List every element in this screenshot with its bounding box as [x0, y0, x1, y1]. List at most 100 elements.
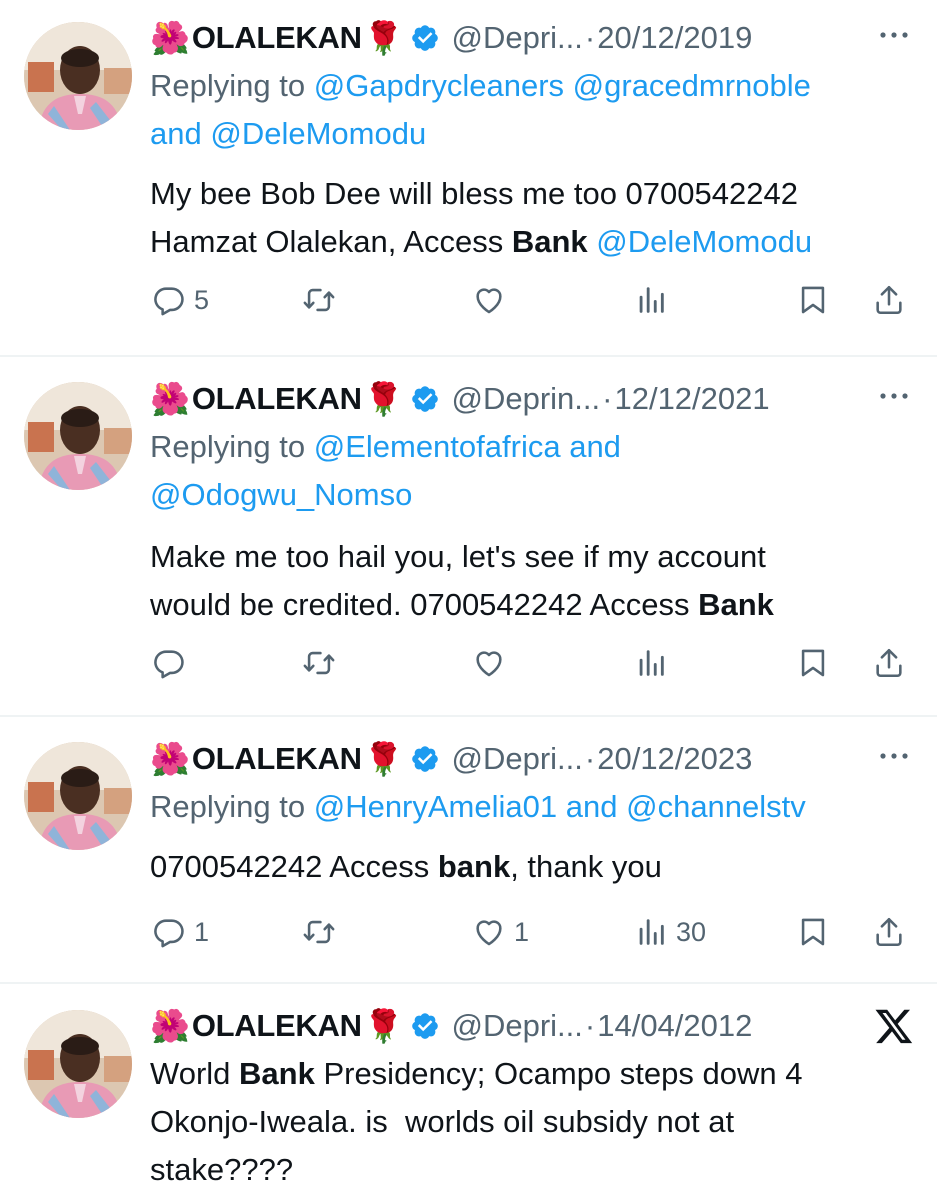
- x-logo-icon[interactable]: [874, 1006, 914, 1046]
- display-name[interactable]: OLALEKAN: [192, 1008, 362, 1044]
- retweet-icon: [302, 283, 336, 317]
- verified-badge-icon[interactable]: [410, 1011, 440, 1041]
- views-button[interactable]: [634, 278, 668, 322]
- bold-keyword: Bank: [511, 224, 588, 259]
- retweet-button[interactable]: [302, 910, 336, 954]
- views-button[interactable]: [634, 641, 668, 685]
- bookmark-icon: [796, 915, 830, 949]
- bookmark-button[interactable]: [796, 641, 830, 685]
- verified-badge-icon[interactable]: [410, 384, 440, 414]
- retweet-button[interactable]: [302, 641, 336, 685]
- display-name[interactable]: OLALEKAN: [192, 381, 362, 417]
- tweet-2[interactable]: 🌺 OLALEKAN 🌹 @Deprin... · 12/12/2021 Rep…: [0, 357, 937, 715]
- separator: ·: [584, 20, 596, 55]
- verified-badge-icon[interactable]: [410, 23, 440, 53]
- avatar[interactable]: [24, 382, 132, 490]
- views-icon: [634, 646, 668, 680]
- user-handle[interactable]: @Deprin...: [452, 381, 601, 417]
- tweet-text-line: , thank you: [510, 849, 662, 884]
- tweet-header: 🌺 OLALEKAN 🌹 @Depri... · 20/12/2019: [150, 16, 920, 60]
- tweet-text-line: 0700542242 Access: [150, 849, 438, 884]
- hibiscus-emoji: 🌺: [150, 381, 190, 417]
- tweet-1[interactable]: 🌺 OLALEKAN 🌹 @Depri... · 20/12/2019 Repl…: [0, 0, 937, 355]
- reply-button[interactable]: [152, 641, 186, 685]
- hibiscus-emoji: 🌺: [150, 741, 190, 777]
- mention-link[interactable]: @gracedmrnoble: [573, 68, 811, 103]
- reply-button[interactable]: 5: [152, 278, 209, 322]
- tweet-4[interactable]: 🌺 OLALEKAN 🌹 @Depri... · 14/04/2012 Worl…: [0, 984, 937, 1200]
- tweet-3[interactable]: 🌺 OLALEKAN 🌹 @Depri... · 20/12/2023 Repl…: [0, 717, 937, 982]
- verified-badge-icon[interactable]: [410, 744, 440, 774]
- mention-link[interactable]: @Elementofafrica: [314, 429, 561, 464]
- tweet-text-line: My bee Bob Dee will bless me too 0700542…: [150, 176, 798, 211]
- and-text: and: [150, 116, 202, 151]
- tweet-date[interactable]: 14/04/2012: [597, 1008, 752, 1044]
- action-bar: [150, 641, 920, 685]
- tweet-text: Make me too hail you, let's see if my ac…: [150, 533, 920, 629]
- tweet-date[interactable]: 20/12/2023: [597, 741, 752, 777]
- bookmark-icon: [796, 646, 830, 680]
- avatar[interactable]: [24, 22, 132, 130]
- user-handle[interactable]: @Depri...: [452, 1008, 583, 1044]
- like-button[interactable]: [472, 641, 506, 685]
- display-name[interactable]: OLALEKAN: [192, 20, 362, 56]
- view-count: 30: [676, 916, 707, 947]
- tweet-text: 0700542242 Access bank, thank you: [150, 843, 920, 891]
- retweet-button[interactable]: [302, 278, 336, 322]
- heart-icon: [472, 646, 506, 680]
- tweet-text-line: Presidency; Ocampo steps down 4: [314, 1056, 803, 1091]
- reply-icon: [152, 283, 186, 317]
- replying-to: Replying to @Gapdrycleaners @gracedmrnob…: [150, 62, 920, 158]
- mention-link[interactable]: @DeleMomodu: [210, 116, 426, 151]
- avatar[interactable]: [24, 1010, 132, 1118]
- mention-link[interactable]: @Odogwu_Nomso: [150, 477, 412, 512]
- more-icon[interactable]: [876, 20, 912, 50]
- share-button[interactable]: [872, 641, 906, 685]
- mention-link[interactable]: @DeleMomodu: [596, 224, 812, 259]
- tweet-text-line: Hamzat Olalekan, Access: [150, 224, 512, 259]
- bookmark-button[interactable]: [796, 278, 830, 322]
- bookmark-button[interactable]: [796, 910, 830, 954]
- tweet-text: My bee Bob Dee will bless me too 0700542…: [150, 170, 920, 266]
- tweet-header: 🌺 OLALEKAN 🌹 @Deprin... · 12/12/2021: [150, 377, 920, 421]
- rose-emoji: 🌹: [363, 20, 404, 56]
- mention-link[interactable]: @channelstv: [626, 789, 806, 824]
- share-icon: [872, 646, 906, 680]
- views-icon: [634, 915, 668, 949]
- like-button[interactable]: [472, 278, 506, 322]
- bold-keyword: Bank: [239, 1056, 315, 1091]
- more-icon[interactable]: [876, 741, 912, 771]
- avatar[interactable]: [24, 742, 132, 850]
- heart-icon: [472, 283, 506, 317]
- reply-icon: [152, 646, 186, 680]
- views-icon: [634, 283, 668, 317]
- user-handle[interactable]: @Depri...: [452, 741, 583, 777]
- tweet-date[interactable]: 20/12/2019: [597, 20, 752, 56]
- and-text: and: [569, 429, 621, 464]
- tweet-text-line: stake????: [150, 1152, 294, 1187]
- hibiscus-emoji: 🌺: [150, 1008, 190, 1044]
- reply-count: 5: [194, 284, 210, 315]
- separator: ·: [584, 1008, 596, 1043]
- heart-icon: [472, 915, 506, 949]
- replying-to: Replying to @Elementofafrica and @Odogwu…: [150, 423, 920, 519]
- bold-keyword: Bank: [698, 587, 774, 622]
- tweet-text-line: would be credited. 0700542242 Access: [150, 587, 699, 622]
- views-button[interactable]: 30: [634, 910, 706, 954]
- display-name[interactable]: OLALEKAN: [192, 741, 362, 777]
- more-icon[interactable]: [876, 381, 912, 411]
- tweet-text-line: Okonjo-Iweala. is worlds oil subsidy not…: [150, 1104, 735, 1139]
- tweet-date[interactable]: 12/12/2021: [614, 381, 769, 417]
- retweet-icon: [302, 646, 336, 680]
- reply-button[interactable]: 1: [152, 910, 209, 954]
- replying-to-label: Replying to: [150, 789, 314, 824]
- share-button[interactable]: [872, 278, 906, 322]
- share-button[interactable]: [872, 910, 906, 954]
- reply-icon: [152, 915, 186, 949]
- tweet-text-line: World: [150, 1056, 240, 1091]
- user-handle[interactable]: @Depri...: [452, 20, 583, 56]
- like-button[interactable]: 1: [472, 910, 529, 954]
- mention-link[interactable]: @HenryAmelia01: [314, 789, 557, 824]
- rose-emoji: 🌹: [363, 381, 404, 417]
- mention-link[interactable]: @Gapdrycleaners: [314, 68, 564, 103]
